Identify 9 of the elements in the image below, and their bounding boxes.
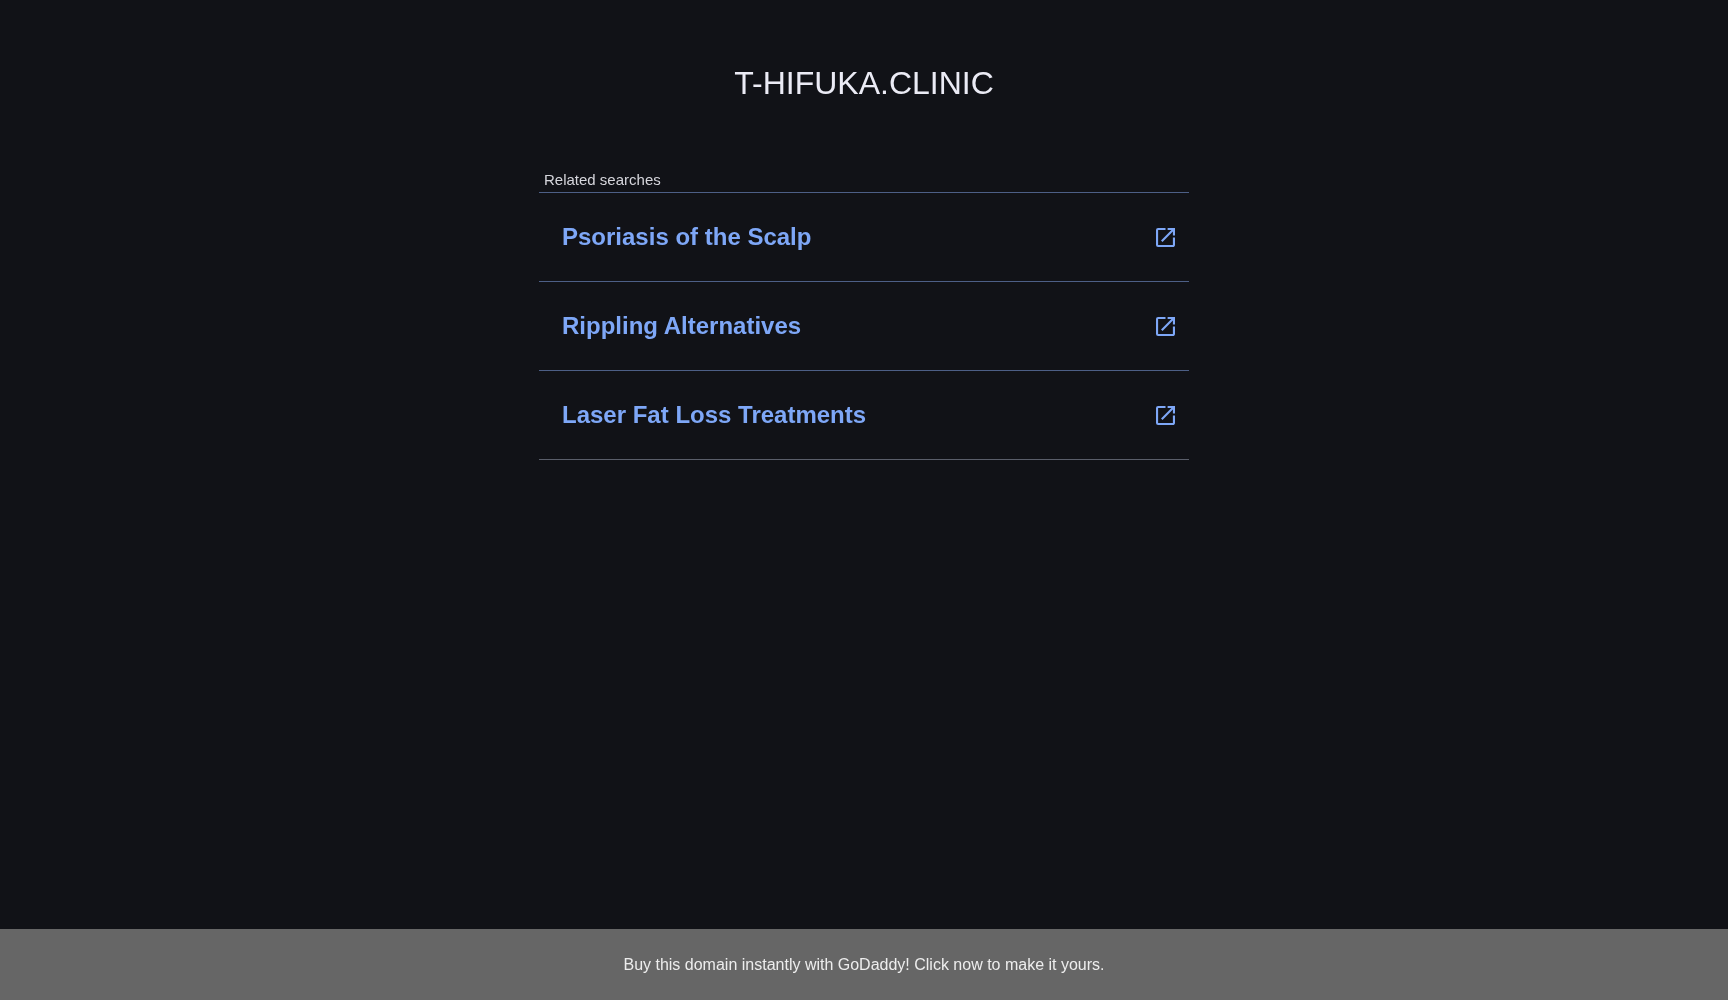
external-link-icon xyxy=(1156,227,1175,247)
external-link-icon xyxy=(1156,405,1175,425)
buy-domain-banner[interactable]: Buy this domain instantly with GoDaddy! Click now to make it yours. xyxy=(0,929,1728,1000)
section-label: Related searches xyxy=(544,171,661,190)
search-result-link[interactable]: Psoriasis of the Scalp xyxy=(539,192,1189,281)
site-title: T-HIFUKA.CLINIC xyxy=(734,64,994,102)
external-link-icon xyxy=(1156,316,1175,336)
search-result-link[interactable]: Rippling Alternatives xyxy=(539,281,1189,370)
search-result-link[interactable]: Laser Fat Loss Treatments xyxy=(539,370,1189,460)
